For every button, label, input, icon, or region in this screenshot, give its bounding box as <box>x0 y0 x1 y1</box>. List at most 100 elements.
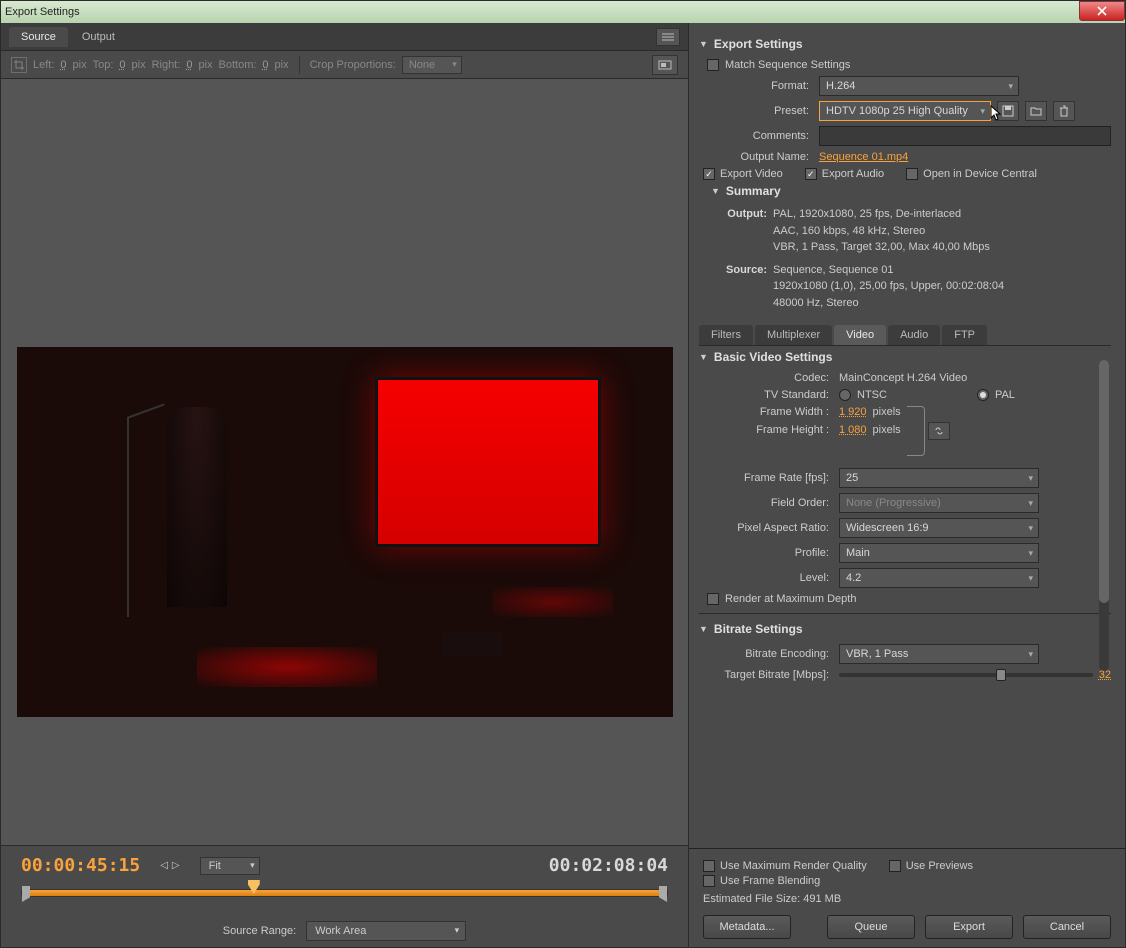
subtab-audio[interactable]: Audio <box>888 325 940 345</box>
close-button[interactable] <box>1079 1 1125 21</box>
estimated-size-label: Estimated File Size: <box>703 893 800 905</box>
video-preview[interactable] <box>17 347 673 717</box>
current-timecode[interactable]: 00:00:45:15 <box>21 855 140 876</box>
preview-panel: Source Output Left: 0 pix Top: 0 pix Rig… <box>1 23 689 947</box>
preset-dropdown[interactable]: HDTV 1080p 25 High Quality <box>819 101 991 121</box>
save-icon <box>1002 105 1014 117</box>
match-sequence-checkbox[interactable] <box>707 59 719 71</box>
import-preset-button[interactable] <box>1025 101 1047 121</box>
playhead[interactable] <box>248 880 260 894</box>
source-range-dropdown[interactable]: Work Area <box>306 921 466 941</box>
settings-scrollbar[interactable] <box>1099 360 1109 671</box>
crop-bottom-value[interactable]: 0 <box>262 59 268 71</box>
target-bitrate-slider[interactable] <box>839 673 1093 677</box>
in-point-marker[interactable] <box>22 886 30 902</box>
format-dropdown[interactable]: H.264 <box>819 76 1019 96</box>
profile-label: Profile: <box>699 547 839 559</box>
comments-label: Comments: <box>699 130 819 142</box>
frame-width-label: Frame Width : <box>699 406 839 418</box>
cancel-button[interactable]: Cancel <box>1023 915 1111 939</box>
constrain-proportions-button[interactable] <box>928 422 950 440</box>
collapse-arrow-icon: ▼ <box>711 186 720 196</box>
profile-dropdown[interactable]: Main <box>839 543 1039 563</box>
collapse-arrow-icon: ▼ <box>699 39 708 49</box>
frame-width-value[interactable]: 1 920 <box>839 406 867 418</box>
target-bitrate-label: Target Bitrate [Mbps]: <box>699 669 839 681</box>
collapse-arrow-icon: ▼ <box>699 352 708 362</box>
subtab-multiplexer[interactable]: Multiplexer <box>755 325 832 345</box>
close-icon <box>1097 6 1107 16</box>
crop-top-value[interactable]: 0 <box>119 59 125 71</box>
crop-right-label: Right: <box>152 59 181 71</box>
source-range-bar: Source Range: Work Area <box>1 915 688 947</box>
codec-label: Codec: <box>699 372 839 384</box>
aspect-icon <box>658 60 672 70</box>
ntsc-radio[interactable] <box>839 389 851 401</box>
crop-bar: Left: 0 pix Top: 0 pix Right: 0 pix Bott… <box>1 51 688 79</box>
panel-menu-button[interactable] <box>656 28 680 46</box>
tv-standard-label: TV Standard: <box>699 389 839 401</box>
frame-height-label: Frame Height : <box>699 424 839 436</box>
queue-button[interactable]: Queue <box>827 915 915 939</box>
encoder-subtabs: Filters Multiplexer Video Audio FTP <box>699 325 1111 346</box>
basic-video-settings-header[interactable]: ▼ Basic Video Settings <box>699 350 1111 364</box>
export-video-checkbox[interactable] <box>703 168 715 180</box>
export-audio-checkbox[interactable] <box>805 168 817 180</box>
frame-rate-dropdown[interactable]: 25 <box>839 468 1039 488</box>
par-dropdown[interactable]: Widescreen 16:9 <box>839 518 1039 538</box>
chain-icon <box>934 426 944 436</box>
crop-proportions-label: Crop Proportions: <box>310 59 396 71</box>
crop-icon[interactable] <box>11 57 27 73</box>
render-max-depth-checkbox[interactable] <box>707 593 719 605</box>
frame-height-value[interactable]: 1 080 <box>839 424 867 436</box>
crop-right-value[interactable]: 0 <box>186 59 192 71</box>
source-output-tabs: Source Output <box>1 23 688 51</box>
menu-icon <box>662 33 674 41</box>
subtab-filters[interactable]: Filters <box>699 325 753 345</box>
output-aspect-button[interactable] <box>652 55 678 75</box>
bitrate-encoding-dropdown[interactable]: VBR, 1 Pass <box>839 644 1039 664</box>
set-in-button[interactable]: ◁ <box>160 860 168 871</box>
delete-preset-button[interactable] <box>1053 101 1075 121</box>
crop-left-label: Left: <box>33 59 54 71</box>
tab-source[interactable]: Source <box>9 27 68 47</box>
bitrate-encoding-label: Bitrate Encoding: <box>699 648 839 660</box>
folder-icon <box>1030 105 1042 117</box>
export-settings-window: Export Settings Source Output Left: 0 pi… <box>0 0 1126 948</box>
estimated-size-value: 491 MB <box>803 893 841 905</box>
pal-radio[interactable] <box>977 389 989 401</box>
bitrate-settings-header[interactable]: ▼ Bitrate Settings <box>699 622 1111 636</box>
output-name-label: Output Name: <box>699 151 819 163</box>
tab-output[interactable]: Output <box>70 27 127 47</box>
level-dropdown[interactable]: 4.2 <box>839 568 1039 588</box>
field-order-dropdown[interactable]: None (Progressive) <box>839 493 1039 513</box>
format-label: Format: <box>699 80 819 92</box>
crop-top-label: Top: <box>93 59 114 71</box>
export-button[interactable]: Export <box>925 915 1013 939</box>
output-name-link[interactable]: Sequence 01.mp4 <box>819 151 908 163</box>
duration-timecode: 00:02:08:04 <box>549 855 668 876</box>
open-device-central-checkbox[interactable] <box>906 168 918 180</box>
use-previews-checkbox[interactable] <box>889 860 901 872</box>
zoom-fit-dropdown[interactable]: Fit <box>200 857 260 875</box>
use-frame-blending-checkbox[interactable] <box>703 875 715 887</box>
comments-input[interactable] <box>819 126 1111 146</box>
subtab-video[interactable]: Video <box>834 325 886 345</box>
use-max-render-checkbox[interactable] <box>703 860 715 872</box>
crop-left-value[interactable]: 0 <box>60 59 66 71</box>
field-order-label: Field Order: <box>699 497 839 509</box>
level-label: Level: <box>699 572 839 584</box>
export-settings-header[interactable]: ▼ Export Settings <box>699 37 1111 51</box>
subtab-ftp[interactable]: FTP <box>942 325 987 345</box>
out-point-marker[interactable] <box>659 886 667 902</box>
timeline-track[interactable] <box>21 889 668 897</box>
dimension-link-bracket <box>907 406 925 456</box>
timeline <box>1 885 688 915</box>
set-out-button[interactable]: ▷ <box>172 860 180 871</box>
summary-header[interactable]: ▼ Summary <box>711 184 1111 198</box>
save-preset-button[interactable] <box>997 101 1019 121</box>
frame-rate-label: Frame Rate [fps]: <box>699 472 839 484</box>
metadata-button[interactable]: Metadata... <box>703 915 791 939</box>
collapse-arrow-icon: ▼ <box>699 624 708 634</box>
crop-proportions-dropdown[interactable]: None <box>402 56 462 74</box>
